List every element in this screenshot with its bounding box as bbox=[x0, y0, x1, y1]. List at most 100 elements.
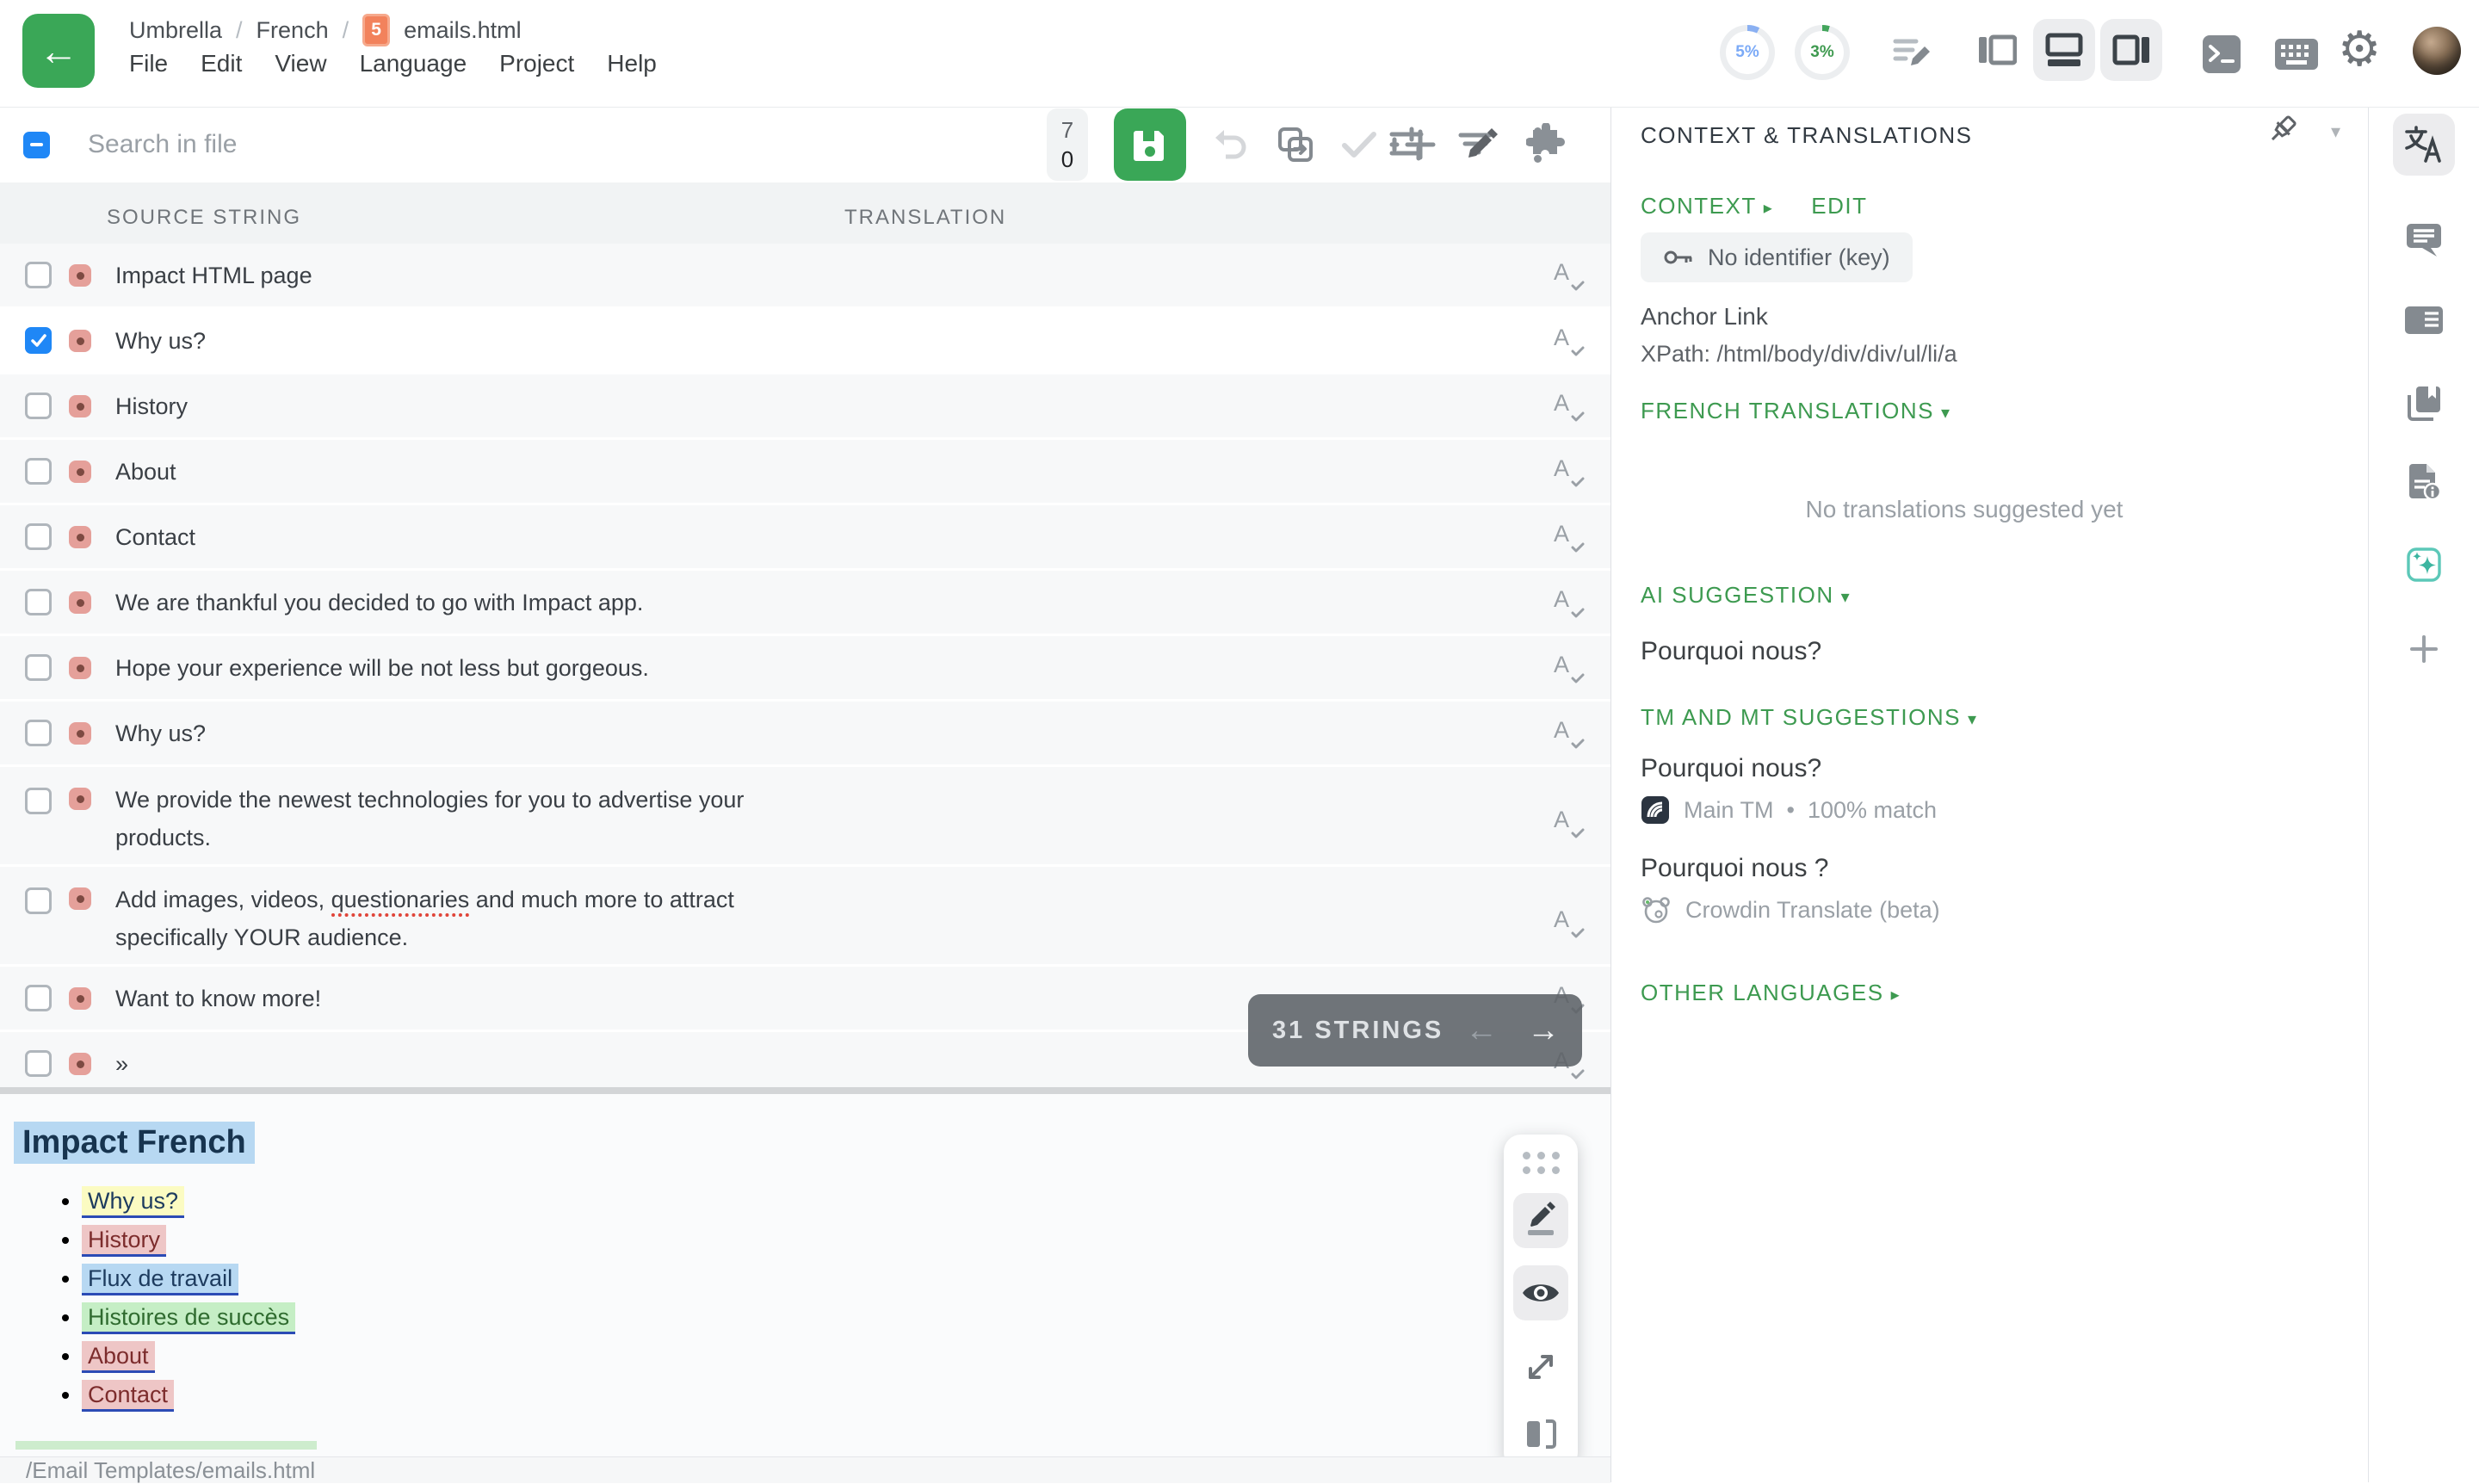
source-string-text[interactable]: Contact bbox=[115, 518, 195, 556]
approved-progress-ring[interactable]: 3% bbox=[1795, 25, 1850, 80]
tab-terms[interactable] bbox=[2393, 289, 2455, 351]
undo-icon[interactable] bbox=[1212, 127, 1250, 162]
approve-check-icon[interactable] bbox=[1341, 129, 1377, 160]
layout-right-panel-button[interactable] bbox=[2100, 19, 2162, 81]
edit-pencil-icon[interactable] bbox=[1463, 127, 1499, 163]
translate-status-icon[interactable]: A bbox=[1554, 455, 1583, 488]
console-icon[interactable] bbox=[2200, 33, 2243, 80]
translate-status-icon[interactable]: A bbox=[1554, 652, 1583, 684]
row-checkbox[interactable] bbox=[25, 887, 52, 914]
translate-status-icon[interactable]: A bbox=[1554, 259, 1583, 292]
menu-edit[interactable]: Edit bbox=[201, 50, 242, 77]
menu-project[interactable]: Project bbox=[499, 50, 574, 77]
layout-bottom-panel-button[interactable] bbox=[2033, 19, 2095, 81]
source-string-text[interactable]: Impact HTML page bbox=[115, 257, 312, 294]
translate-status-icon[interactable]: A bbox=[1554, 325, 1583, 357]
side-by-side-view-button[interactable] bbox=[1513, 1407, 1568, 1456]
breadcrumb-project[interactable]: Umbrella bbox=[129, 17, 222, 44]
search-input[interactable] bbox=[86, 129, 417, 160]
tasks-pencil-icon[interactable] bbox=[1890, 31, 1935, 80]
translated-progress-ring[interactable]: 5% bbox=[1720, 25, 1775, 80]
row-checkbox[interactable] bbox=[25, 720, 52, 746]
preview-link[interactable]: Flux de travail bbox=[82, 1264, 238, 1295]
table-row[interactable]: We are thankful you decided to go with I… bbox=[0, 571, 1610, 636]
tm-suggestion-item[interactable]: Pourquoi nous?Main TM • 100% match bbox=[1641, 754, 1940, 825]
preview-visibility-button[interactable] bbox=[1513, 1265, 1568, 1320]
panel-collapse-chevron-icon[interactable]: ▾ bbox=[2331, 121, 2340, 143]
source-string-text[interactable]: We provide the newest technologies for y… bbox=[115, 781, 761, 856]
drag-handle-icon[interactable] bbox=[1523, 1152, 1560, 1174]
table-row[interactable]: Add images, videos, questionaries and mu… bbox=[0, 867, 1610, 967]
row-checkbox[interactable] bbox=[25, 788, 52, 814]
row-checkbox[interactable] bbox=[25, 393, 52, 419]
preview-link[interactable]: History bbox=[82, 1225, 166, 1257]
keyboard-icon[interactable] bbox=[2274, 38, 2319, 75]
tab-ai-assistant[interactable] bbox=[2393, 534, 2455, 596]
translate-status-icon[interactable]: A bbox=[1554, 586, 1583, 619]
previous-page-arrow-icon[interactable]: ← bbox=[1465, 1012, 1498, 1049]
select-all-checkbox[interactable] bbox=[23, 132, 50, 158]
more-options-icon[interactable] bbox=[1525, 124, 1550, 166]
add-panel-tab-button[interactable] bbox=[2393, 618, 2455, 680]
next-page-arrow-icon[interactable]: → bbox=[1527, 1012, 1560, 1049]
add-string-icon[interactable] bbox=[1403, 127, 1437, 162]
suggestion-text[interactable]: Pourquoi nous? bbox=[1641, 754, 1940, 783]
row-checkbox[interactable] bbox=[25, 589, 52, 615]
menu-file[interactable]: File bbox=[129, 50, 168, 77]
string-key-chip[interactable]: No identifier (key) bbox=[1641, 232, 1913, 282]
suggestion-text[interactable]: Pourquoi nous ? bbox=[1641, 854, 1940, 883]
table-row[interactable]: Hope your experience will be not less bu… bbox=[0, 636, 1610, 702]
source-string-text[interactable]: Hope your experience will be not less bu… bbox=[115, 649, 649, 687]
edit-tab[interactable]: EDIT bbox=[1811, 193, 1867, 220]
tm-suggestion-item[interactable]: Pourquoi nous ?Crowdin Translate (beta) bbox=[1641, 854, 1940, 924]
breadcrumb-language[interactable]: French bbox=[257, 17, 329, 44]
breadcrumb-file[interactable]: emails.html bbox=[404, 17, 522, 44]
split-resize-handle[interactable] bbox=[0, 1087, 1610, 1094]
row-checkbox[interactable] bbox=[25, 458, 52, 485]
table-row[interactable]: Impact HTML page A bbox=[0, 244, 1610, 309]
menu-help[interactable]: Help bbox=[607, 50, 657, 77]
preview-link[interactable]: About bbox=[82, 1341, 155, 1373]
row-checkbox[interactable] bbox=[25, 327, 52, 354]
table-row[interactable]: Contact A bbox=[0, 505, 1610, 571]
settings-gear-icon[interactable]: ⚙ bbox=[2338, 19, 2381, 81]
row-checkbox[interactable] bbox=[25, 654, 52, 681]
source-string-text[interactable]: Want to know more! bbox=[115, 980, 321, 1017]
source-string-text[interactable]: About bbox=[115, 453, 176, 491]
menu-language[interactable]: Language bbox=[360, 50, 467, 77]
source-string-text[interactable]: Why us? bbox=[115, 714, 206, 752]
translate-status-icon[interactable]: A bbox=[1554, 906, 1583, 939]
source-string-text[interactable]: History bbox=[115, 387, 188, 425]
other-languages-section-header[interactable]: OTHER LANGUAGES▸ bbox=[1641, 980, 1901, 1006]
preview-link[interactable]: Why us? bbox=[82, 1186, 184, 1218]
highlight-mode-button[interactable] bbox=[1513, 1193, 1568, 1248]
context-tab[interactable]: CONTEXT▸ bbox=[1641, 193, 1773, 220]
tm-mt-section-header[interactable]: TM AND MT SUGGESTIONS▾ bbox=[1641, 704, 1977, 731]
pin-icon[interactable] bbox=[2266, 114, 2300, 156]
tab-translations[interactable] bbox=[2393, 114, 2455, 176]
translate-status-icon[interactable]: A bbox=[1554, 521, 1583, 553]
preview-page-title[interactable]: Impact French bbox=[14, 1122, 255, 1164]
table-row[interactable]: HistoryA bbox=[0, 374, 1610, 440]
translate-status-icon[interactable]: A bbox=[1554, 717, 1583, 750]
table-row[interactable]: We provide the newest technologies for y… bbox=[0, 767, 1610, 867]
expand-preview-button[interactable] bbox=[1513, 1339, 1568, 1394]
menu-view[interactable]: View bbox=[275, 50, 326, 77]
copy-source-icon[interactable] bbox=[1276, 125, 1315, 164]
ai-suggestion-text[interactable]: Pourquoi nous? bbox=[1641, 637, 1821, 666]
row-checkbox[interactable] bbox=[25, 262, 52, 288]
table-row[interactable]: About A bbox=[0, 440, 1610, 505]
tab-comments[interactable] bbox=[2393, 209, 2455, 271]
user-avatar[interactable] bbox=[2413, 27, 2461, 75]
tab-file-info[interactable] bbox=[2393, 451, 2455, 513]
layout-left-panel-button[interactable] bbox=[1966, 19, 2028, 81]
table-row[interactable]: Why us? A bbox=[0, 309, 1610, 374]
translate-status-icon[interactable]: A bbox=[1554, 807, 1583, 839]
ai-suggestion-section-header[interactable]: AI SUGGESTION▾ bbox=[1641, 582, 1851, 609]
source-string-text[interactable]: Why us? bbox=[115, 322, 206, 360]
preview-link[interactable]: Contact bbox=[82, 1380, 174, 1412]
source-string-text[interactable]: » bbox=[115, 1045, 128, 1083]
row-checkbox[interactable] bbox=[25, 985, 52, 1011]
back-button[interactable]: ← bbox=[22, 14, 95, 88]
save-button[interactable] bbox=[1114, 108, 1186, 181]
